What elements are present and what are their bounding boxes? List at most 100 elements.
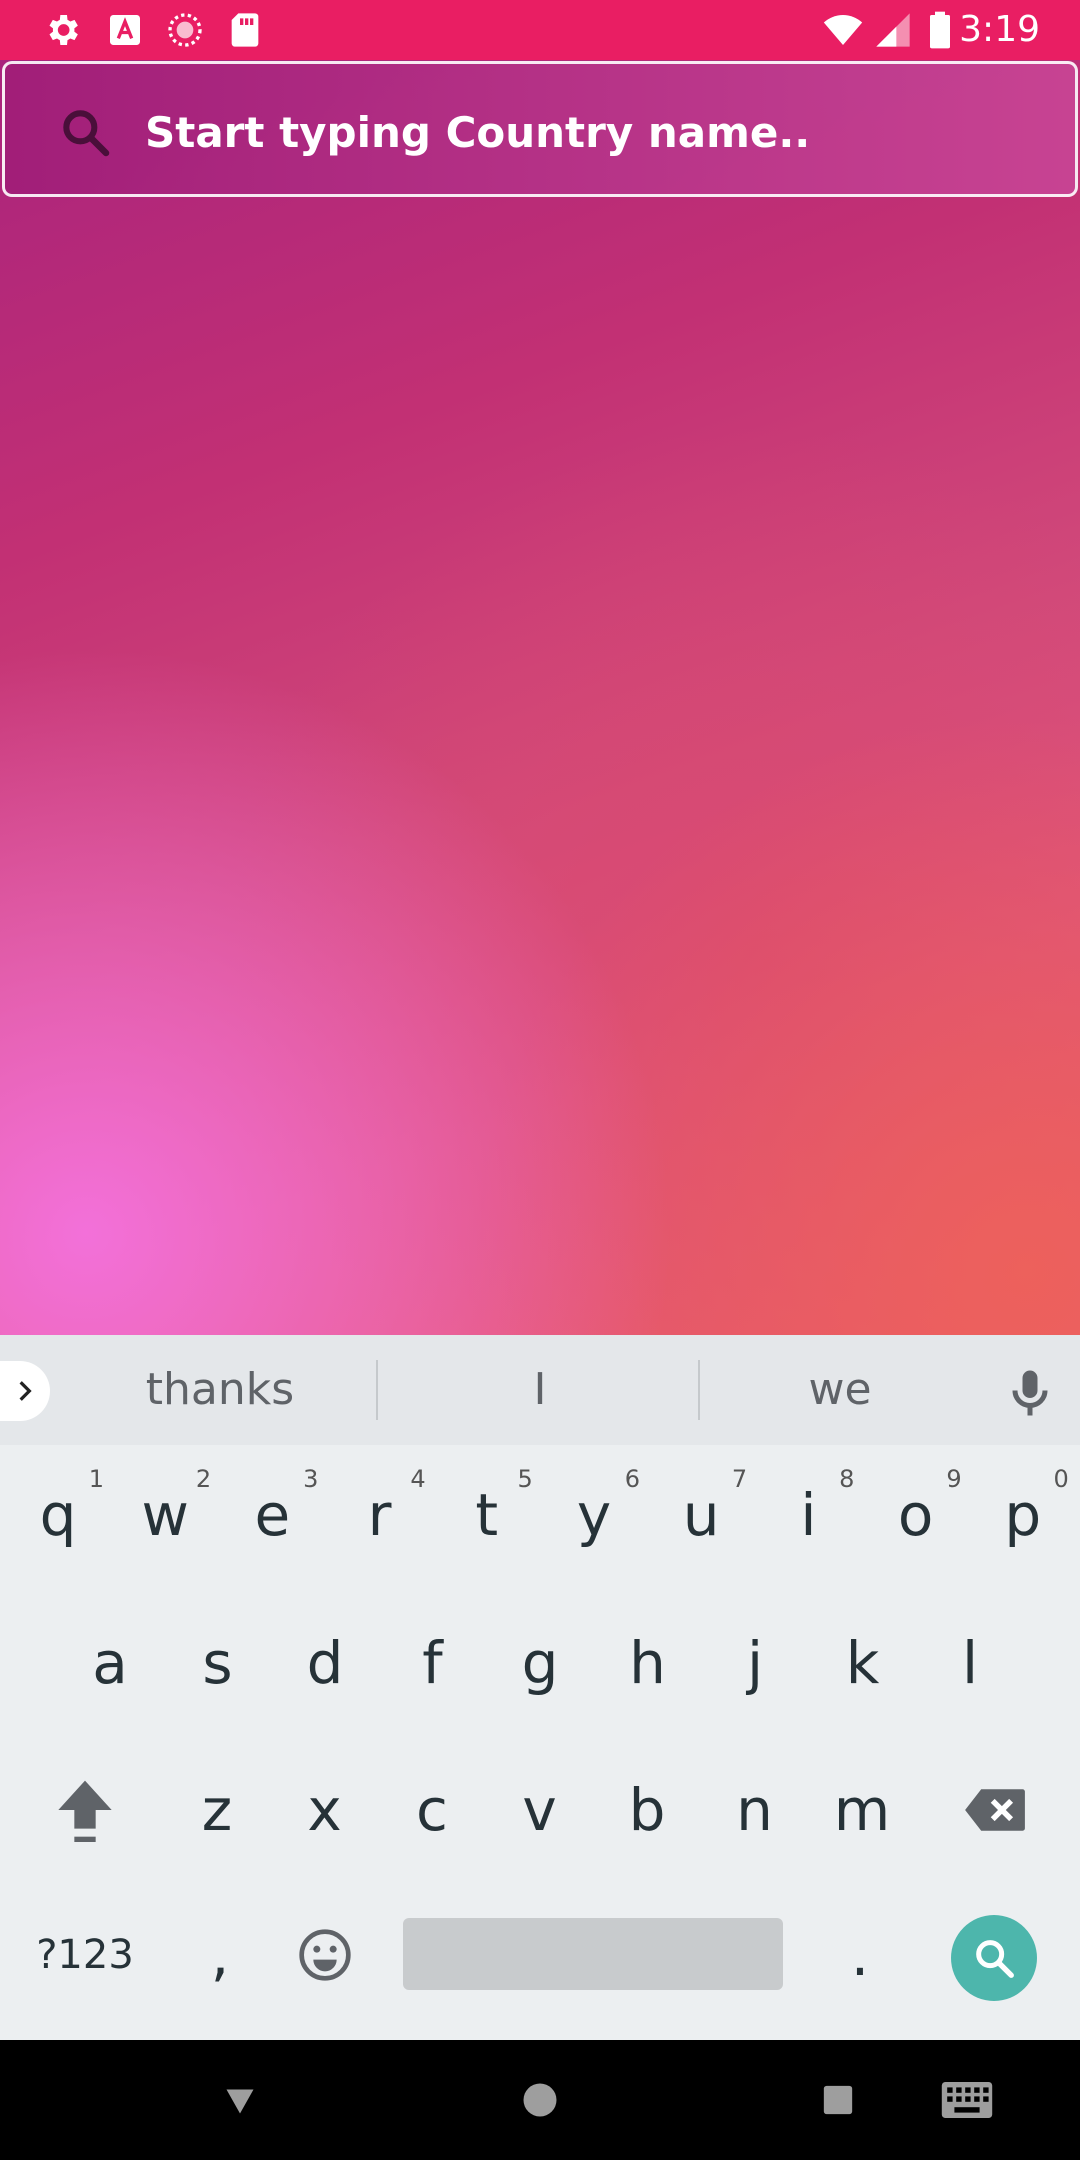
suggestion-2[interactable]: I (380, 1355, 700, 1425)
key-label: e (254, 1481, 291, 1549)
key-d[interactable]: d (275, 1603, 375, 1723)
key-n[interactable]: n (705, 1750, 805, 1870)
key-i[interactable]: i8 (758, 1455, 858, 1575)
back-button[interactable] (210, 2070, 270, 2130)
suggestion-1[interactable]: thanks (70, 1355, 370, 1425)
key-m[interactable]: m (812, 1750, 912, 1870)
key-label: s (202, 1629, 233, 1697)
key-label: m (833, 1776, 891, 1844)
key-number-hint: 9 (946, 1465, 962, 1493)
suggestion-divider (376, 1360, 378, 1420)
navigation-bar (0, 2040, 1080, 2160)
suggestion-strip: thanks I we (0, 1335, 1080, 1445)
search-action-key[interactable] (951, 1915, 1037, 2001)
sd-card-icon (231, 13, 259, 47)
key-r[interactable]: r4 (330, 1455, 430, 1575)
key-v[interactable]: v (490, 1750, 590, 1870)
key-number-hint: 6 (624, 1465, 640, 1493)
key-k[interactable]: k (813, 1603, 913, 1723)
backspace-key[interactable] (945, 1750, 1045, 1870)
key-label: n (736, 1776, 773, 1844)
key-s[interactable]: s (168, 1603, 268, 1723)
home-circle-icon (523, 2083, 557, 2117)
sync-circle-icon (168, 13, 202, 47)
soft-keyboard: thanks I we ?123 , . q1w2e3r4t5y6u7i8o9p… (0, 1335, 1080, 2040)
key-w[interactable]: w2 (115, 1455, 215, 1575)
key-label: p (1004, 1481, 1042, 1549)
key-c[interactable]: c (382, 1750, 482, 1870)
comma-key[interactable]: , (170, 1895, 270, 2015)
wifi-icon (823, 15, 863, 45)
emoji-key[interactable] (275, 1895, 375, 2015)
microphone-icon[interactable] (1000, 1363, 1060, 1423)
key-number-hint: 0 (1053, 1465, 1069, 1493)
key-label: l (961, 1629, 979, 1697)
key-j[interactable]: j (705, 1603, 805, 1723)
key-label: x (307, 1776, 342, 1844)
key-p[interactable]: p0 (973, 1455, 1073, 1575)
key-e[interactable]: e3 (222, 1455, 322, 1575)
key-z[interactable]: z (167, 1750, 267, 1870)
key-label: g (521, 1629, 559, 1697)
clock: 3:19 (959, 9, 1040, 50)
search-icon (63, 110, 110, 157)
key-b[interactable]: b (597, 1750, 697, 1870)
key-label: r (367, 1481, 392, 1549)
key-a[interactable]: a (60, 1603, 160, 1723)
chevron-right-icon (19, 1381, 32, 1401)
key-u[interactable]: u7 (651, 1455, 751, 1575)
key-q[interactable]: q1 (8, 1455, 108, 1575)
key-o[interactable]: o9 (866, 1455, 966, 1575)
key-g[interactable]: g (490, 1603, 590, 1723)
keyboard-switch-button[interactable] (935, 2070, 999, 2130)
key-label: o (897, 1481, 934, 1549)
country-search-bar[interactable] (2, 61, 1078, 197)
home-button[interactable] (510, 2070, 570, 2130)
back-triangle-icon (226, 2089, 254, 2114)
battery-icon (930, 11, 950, 49)
key-y[interactable]: y6 (544, 1455, 644, 1575)
key-label: j (746, 1629, 764, 1697)
key-f[interactable]: f (383, 1603, 483, 1723)
space-bar[interactable] (403, 1918, 783, 1990)
key-number-hint: 5 (517, 1465, 533, 1493)
key-h[interactable]: h (598, 1603, 698, 1723)
key-l[interactable]: l (920, 1603, 1020, 1723)
key-number-hint: 3 (303, 1465, 319, 1493)
key-x[interactable]: x (275, 1750, 375, 1870)
key-t[interactable]: t5 (437, 1455, 537, 1575)
key-number-hint: 1 (88, 1465, 104, 1493)
key-label: f (422, 1629, 443, 1697)
key-number-hint: 8 (839, 1465, 855, 1493)
recents-square-icon (823, 2085, 853, 2115)
key-label: i (800, 1481, 817, 1549)
gear-icon (49, 15, 78, 45)
shift-arrow-icon (58, 1780, 112, 1842)
key-number-hint: 4 (410, 1465, 426, 1493)
status-bar: 3:19 (0, 0, 1080, 60)
key-label: u (682, 1481, 720, 1549)
search-icon (976, 1940, 1014, 1978)
symbols-key[interactable]: ?123 (10, 1895, 160, 2015)
signal-icon (876, 13, 910, 47)
key-label: a (92, 1629, 128, 1697)
key-label: y (576, 1481, 612, 1549)
key-label: c (416, 1776, 448, 1844)
font-a-icon (110, 15, 140, 45)
backspace-icon (965, 1789, 1025, 1831)
shift-key[interactable] (35, 1750, 135, 1870)
period-key[interactable]: . (810, 1895, 910, 2015)
key-label: v (522, 1776, 557, 1844)
recents-button[interactable] (808, 2070, 868, 2130)
key-label: h (629, 1629, 666, 1697)
key-label: b (628, 1776, 666, 1844)
key-label: t (475, 1481, 499, 1549)
keyboard-icon (941, 2082, 993, 2118)
key-number-hint: 2 (195, 1465, 212, 1493)
country-search-input[interactable] (145, 92, 1045, 172)
expand-suggestions-button[interactable] (0, 1361, 50, 1421)
key-number-hint: 7 (731, 1465, 748, 1493)
suggestion-3[interactable]: we (700, 1355, 980, 1425)
key-label: d (306, 1629, 344, 1697)
app-background (0, 60, 1080, 1335)
